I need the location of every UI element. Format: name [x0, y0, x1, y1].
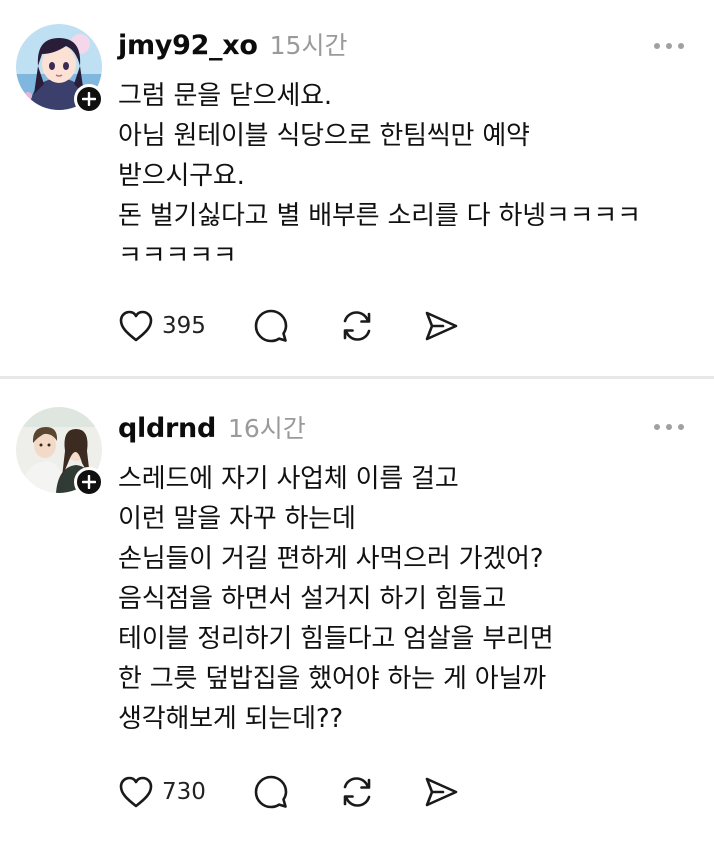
- text-line: 스레드에 자기 사업체 이름 걸고: [118, 464, 459, 494]
- comment-icon: [254, 309, 288, 343]
- send-icon: [425, 777, 458, 807]
- text-line: 생각해보게 되는데??: [118, 704, 344, 734]
- thread-post: qldrnd 16시간 스레드에 자기 사업체 이름 걸고 이런 말을 자꾸 하…: [0, 379, 714, 849]
- text-line: 아님 원테이블 식당으로 한팀씩만 예약: [118, 121, 530, 151]
- action-bar: 395: [118, 308, 459, 344]
- plus-icon: [82, 92, 96, 106]
- more-dots-icon[interactable]: [654, 424, 684, 430]
- text-line: 손님들이 거길 편하게 사먹으러 가겠어?: [118, 544, 544, 574]
- follow-button[interactable]: [74, 467, 104, 497]
- text-line: 그럼 문을 닫으세요.: [118, 81, 332, 111]
- username[interactable]: qldrnd: [118, 413, 216, 444]
- like-count: 395: [162, 313, 206, 339]
- like-button[interactable]: 730: [118, 775, 253, 809]
- like-button[interactable]: 395: [118, 309, 253, 343]
- follow-button[interactable]: [74, 84, 104, 114]
- timestamp: 16시간: [227, 414, 306, 443]
- like-count: 730: [162, 779, 206, 805]
- thread-post: jmy92_xo 15시간 그럼 문을 닫으세요. 아님 원테이블 식당으로 한…: [0, 0, 714, 376]
- text-line: 돈 벌기싫다고 별 배부른 소리를 다 하넹ㅋㅋㅋㅋ: [118, 201, 641, 231]
- comment-button[interactable]: [253, 308, 339, 344]
- text-line: ㅋㅋㅋㅋㅋ: [118, 241, 237, 271]
- plus-icon: [82, 475, 96, 489]
- comment-button[interactable]: [253, 774, 339, 810]
- repost-button[interactable]: [339, 774, 423, 810]
- more-dots-icon[interactable]: [654, 43, 684, 49]
- heart-icon: [119, 776, 153, 808]
- post-header: jmy92_xo 15시간: [118, 26, 347, 62]
- share-button[interactable]: [423, 775, 459, 809]
- username[interactable]: jmy92_xo: [118, 30, 258, 61]
- send-icon: [425, 311, 458, 341]
- heart-icon: [119, 310, 153, 342]
- text-line: 음식점을 하면서 설거지 하기 힘들고: [118, 584, 507, 614]
- timestamp: 15시간: [269, 31, 348, 60]
- text-line: 이런 말을 자꾸 하는데: [118, 504, 356, 534]
- post-text: 그럼 문을 닫으세요. 아님 원테이블 식당으로 한팀씩만 예약 받으시구요. …: [118, 76, 698, 276]
- action-bar: 730: [118, 774, 459, 810]
- repost-icon: [343, 777, 371, 807]
- post-header: qldrnd 16시간: [118, 409, 306, 445]
- text-line: 받으시구요.: [118, 161, 245, 191]
- repost-icon: [343, 311, 371, 341]
- repost-button[interactable]: [339, 308, 423, 344]
- share-button[interactable]: [423, 309, 459, 343]
- comment-icon: [254, 775, 288, 809]
- text-line: 테이블 정리하기 힘들다고 엄살을 부리면: [118, 624, 554, 654]
- text-line: 한 그릇 덮밥집을 했어야 하는 게 아닐까: [118, 664, 546, 694]
- post-text: 스레드에 자기 사업체 이름 걸고 이런 말을 자꾸 하는데 손님들이 거길 편…: [118, 459, 698, 739]
